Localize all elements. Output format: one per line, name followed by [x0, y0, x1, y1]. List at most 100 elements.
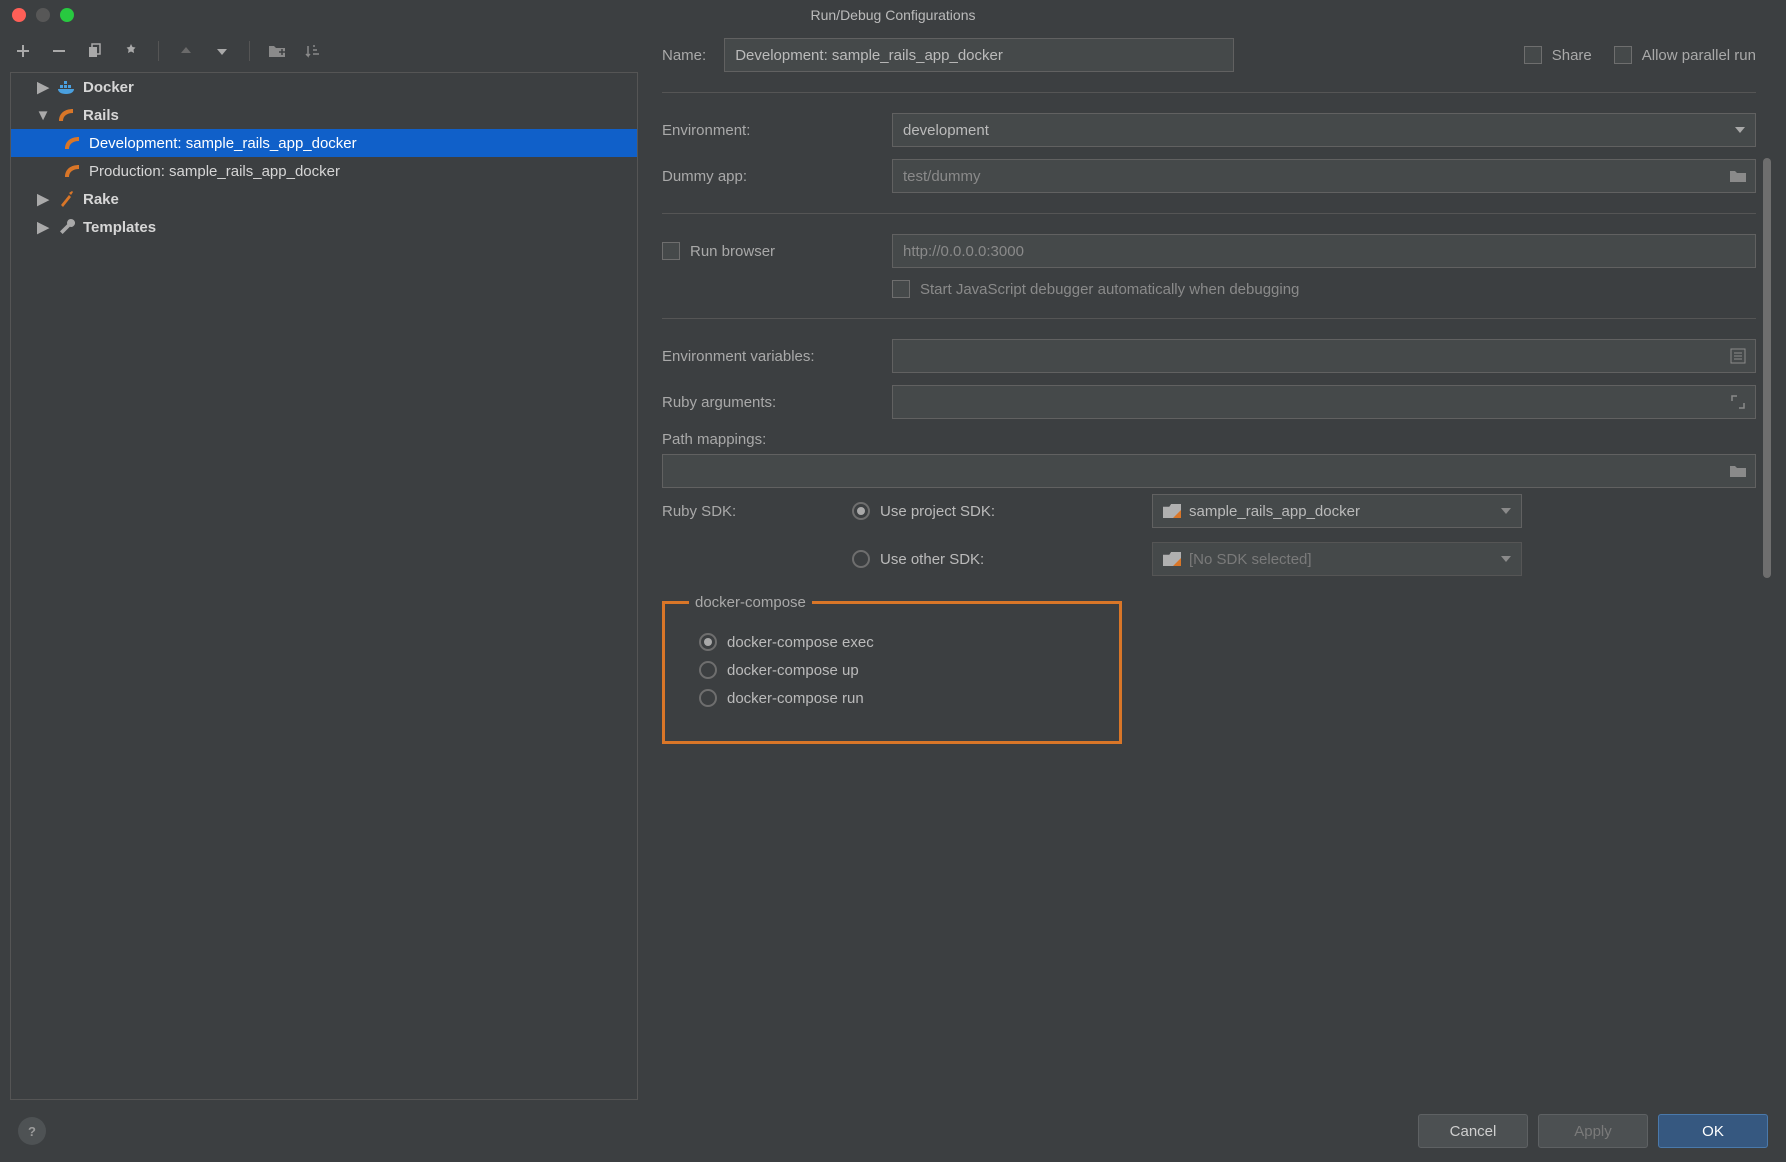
allow-parallel-checkbox[interactable]: Allow parallel run: [1614, 46, 1756, 64]
titlebar: Run/Debug Configurations: [0, 0, 1786, 30]
edit-defaults-icon[interactable]: [122, 42, 140, 60]
allow-parallel-label: Allow parallel run: [1642, 47, 1756, 64]
path-mappings-label: Path mappings:: [662, 431, 892, 448]
separator: [249, 41, 250, 61]
radio-icon: [699, 633, 717, 651]
env-vars-label: Environment variables:: [662, 348, 892, 365]
expand-arrow-icon[interactable]: ▶: [35, 78, 51, 96]
expand-icon[interactable]: [1729, 393, 1747, 411]
folder-browse-icon[interactable]: [1729, 462, 1747, 480]
sort-icon[interactable]: [304, 42, 322, 60]
move-up-icon[interactable]: [177, 42, 195, 60]
help-button[interactable]: ?: [18, 1117, 46, 1145]
run-browser-checkbox[interactable]: Run browser: [662, 242, 892, 260]
compose-option-label: docker-compose up: [727, 662, 859, 679]
divider: [662, 318, 1756, 319]
add-icon[interactable]: [14, 42, 32, 60]
sdk-folder-icon: [1163, 552, 1181, 566]
tree-item-label: Development: sample_rails_app_docker: [89, 135, 357, 152]
checkbox-icon: [1524, 46, 1542, 64]
start-js-debugger-label: Start JavaScript debugger automatically …: [920, 281, 1299, 298]
checkbox-icon: [1614, 46, 1632, 64]
environment-select[interactable]: development: [892, 113, 1756, 147]
scrollbar[interactable]: [1760, 38, 1774, 1092]
sdk-folder-icon: [1163, 504, 1181, 518]
rake-icon: [57, 189, 77, 209]
tree-node-rails[interactable]: ▼ Rails: [11, 101, 637, 129]
start-js-debugger-checkbox[interactable]: Start JavaScript debugger automatically …: [892, 280, 1299, 298]
checkbox-icon: [662, 242, 680, 260]
name-input[interactable]: Development: sample_rails_app_docker: [724, 38, 1234, 72]
compose-exec-radio[interactable]: docker-compose exec: [699, 633, 1089, 651]
other-sdk-value: [No SDK selected]: [1189, 551, 1312, 568]
copy-icon[interactable]: [86, 42, 104, 60]
rails-icon: [63, 133, 83, 153]
ruby-sdk-label: Ruby SDK:: [662, 503, 852, 520]
environment-label: Environment:: [662, 122, 892, 139]
tree-item-label: Production: sample_rails_app_docker: [89, 163, 340, 180]
move-down-icon[interactable]: [213, 42, 231, 60]
tree-label: Rake: [83, 191, 119, 208]
radio-icon: [852, 550, 870, 568]
tree-node-templates[interactable]: ▶ Templates: [11, 213, 637, 241]
scrollbar-thumb[interactable]: [1763, 158, 1771, 578]
dummy-app-label: Dummy app:: [662, 168, 892, 185]
wrench-icon: [57, 217, 77, 237]
run-browser-url-input[interactable]: http://0.0.0.0:3000: [892, 234, 1756, 268]
radio-icon: [852, 502, 870, 520]
tree-item-rails-dev[interactable]: Development: sample_rails_app_docker: [11, 129, 637, 157]
share-label: Share: [1552, 47, 1592, 64]
apply-button[interactable]: Apply: [1538, 1114, 1648, 1148]
env-vars-input[interactable]: [892, 339, 1756, 373]
path-mappings-input[interactable]: [662, 454, 1756, 488]
separator: [158, 41, 159, 61]
rails-icon: [63, 161, 83, 181]
radio-icon: [699, 689, 717, 707]
radio-icon: [699, 661, 717, 679]
tree-label: Docker: [83, 79, 134, 96]
divider: [662, 213, 1756, 214]
tree-node-docker[interactable]: ▶ Docker: [11, 73, 637, 101]
cancel-button[interactable]: Cancel: [1418, 1114, 1528, 1148]
use-project-sdk-label: Use project SDK:: [880, 503, 995, 520]
run-browser-label: Run browser: [690, 243, 775, 260]
tree-node-rake[interactable]: ▶ Rake: [11, 185, 637, 213]
config-tree[interactable]: ▶ Docker ▼ Rails Development: sample_rai…: [10, 72, 638, 1100]
docker-compose-legend: docker-compose: [689, 594, 812, 611]
collapse-arrow-icon[interactable]: ▼: [35, 107, 51, 124]
compose-run-radio[interactable]: docker-compose run: [699, 689, 1089, 707]
other-sdk-select[interactable]: [No SDK selected]: [1152, 542, 1522, 576]
use-other-sdk-radio[interactable]: Use other SDK:: [852, 550, 1152, 568]
dummy-app-input: test/dummy: [892, 159, 1756, 193]
dummy-app-value: test/dummy: [903, 168, 981, 185]
docker-icon: [57, 77, 77, 97]
list-edit-icon[interactable]: [1729, 347, 1747, 365]
expand-arrow-icon[interactable]: ▶: [35, 218, 51, 236]
dialog-footer: ? Cancel Apply OK: [0, 1100, 1786, 1162]
compose-up-radio[interactable]: docker-compose up: [699, 661, 1089, 679]
compose-option-label: docker-compose run: [727, 690, 864, 707]
folder-browse-icon: [1729, 167, 1747, 185]
divider: [662, 92, 1756, 93]
rails-icon: [57, 105, 77, 125]
checkbox-icon: [892, 280, 910, 298]
share-checkbox[interactable]: Share: [1524, 46, 1592, 64]
tree-label: Templates: [83, 219, 156, 236]
window-title: Run/Debug Configurations: [0, 7, 1786, 23]
remove-icon[interactable]: [50, 42, 68, 60]
folder-icon[interactable]: [268, 42, 286, 60]
use-other-sdk-label: Use other SDK:: [880, 551, 984, 568]
ruby-args-input[interactable]: [892, 385, 1756, 419]
use-project-sdk-radio[interactable]: Use project SDK:: [852, 502, 1152, 520]
project-sdk-select[interactable]: sample_rails_app_docker: [1152, 494, 1522, 528]
tree-item-rails-prod[interactable]: Production: sample_rails_app_docker: [11, 157, 637, 185]
expand-arrow-icon[interactable]: ▶: [35, 190, 51, 208]
docker-compose-group: docker-compose docker-compose exec docke…: [662, 594, 1122, 744]
config-toolbar: [10, 30, 638, 72]
ok-button[interactable]: OK: [1658, 1114, 1768, 1148]
compose-option-label: docker-compose exec: [727, 634, 874, 651]
ruby-args-label: Ruby arguments:: [662, 394, 892, 411]
name-label: Name:: [662, 47, 706, 64]
project-sdk-value: sample_rails_app_docker: [1189, 503, 1360, 520]
tree-label: Rails: [83, 107, 119, 124]
